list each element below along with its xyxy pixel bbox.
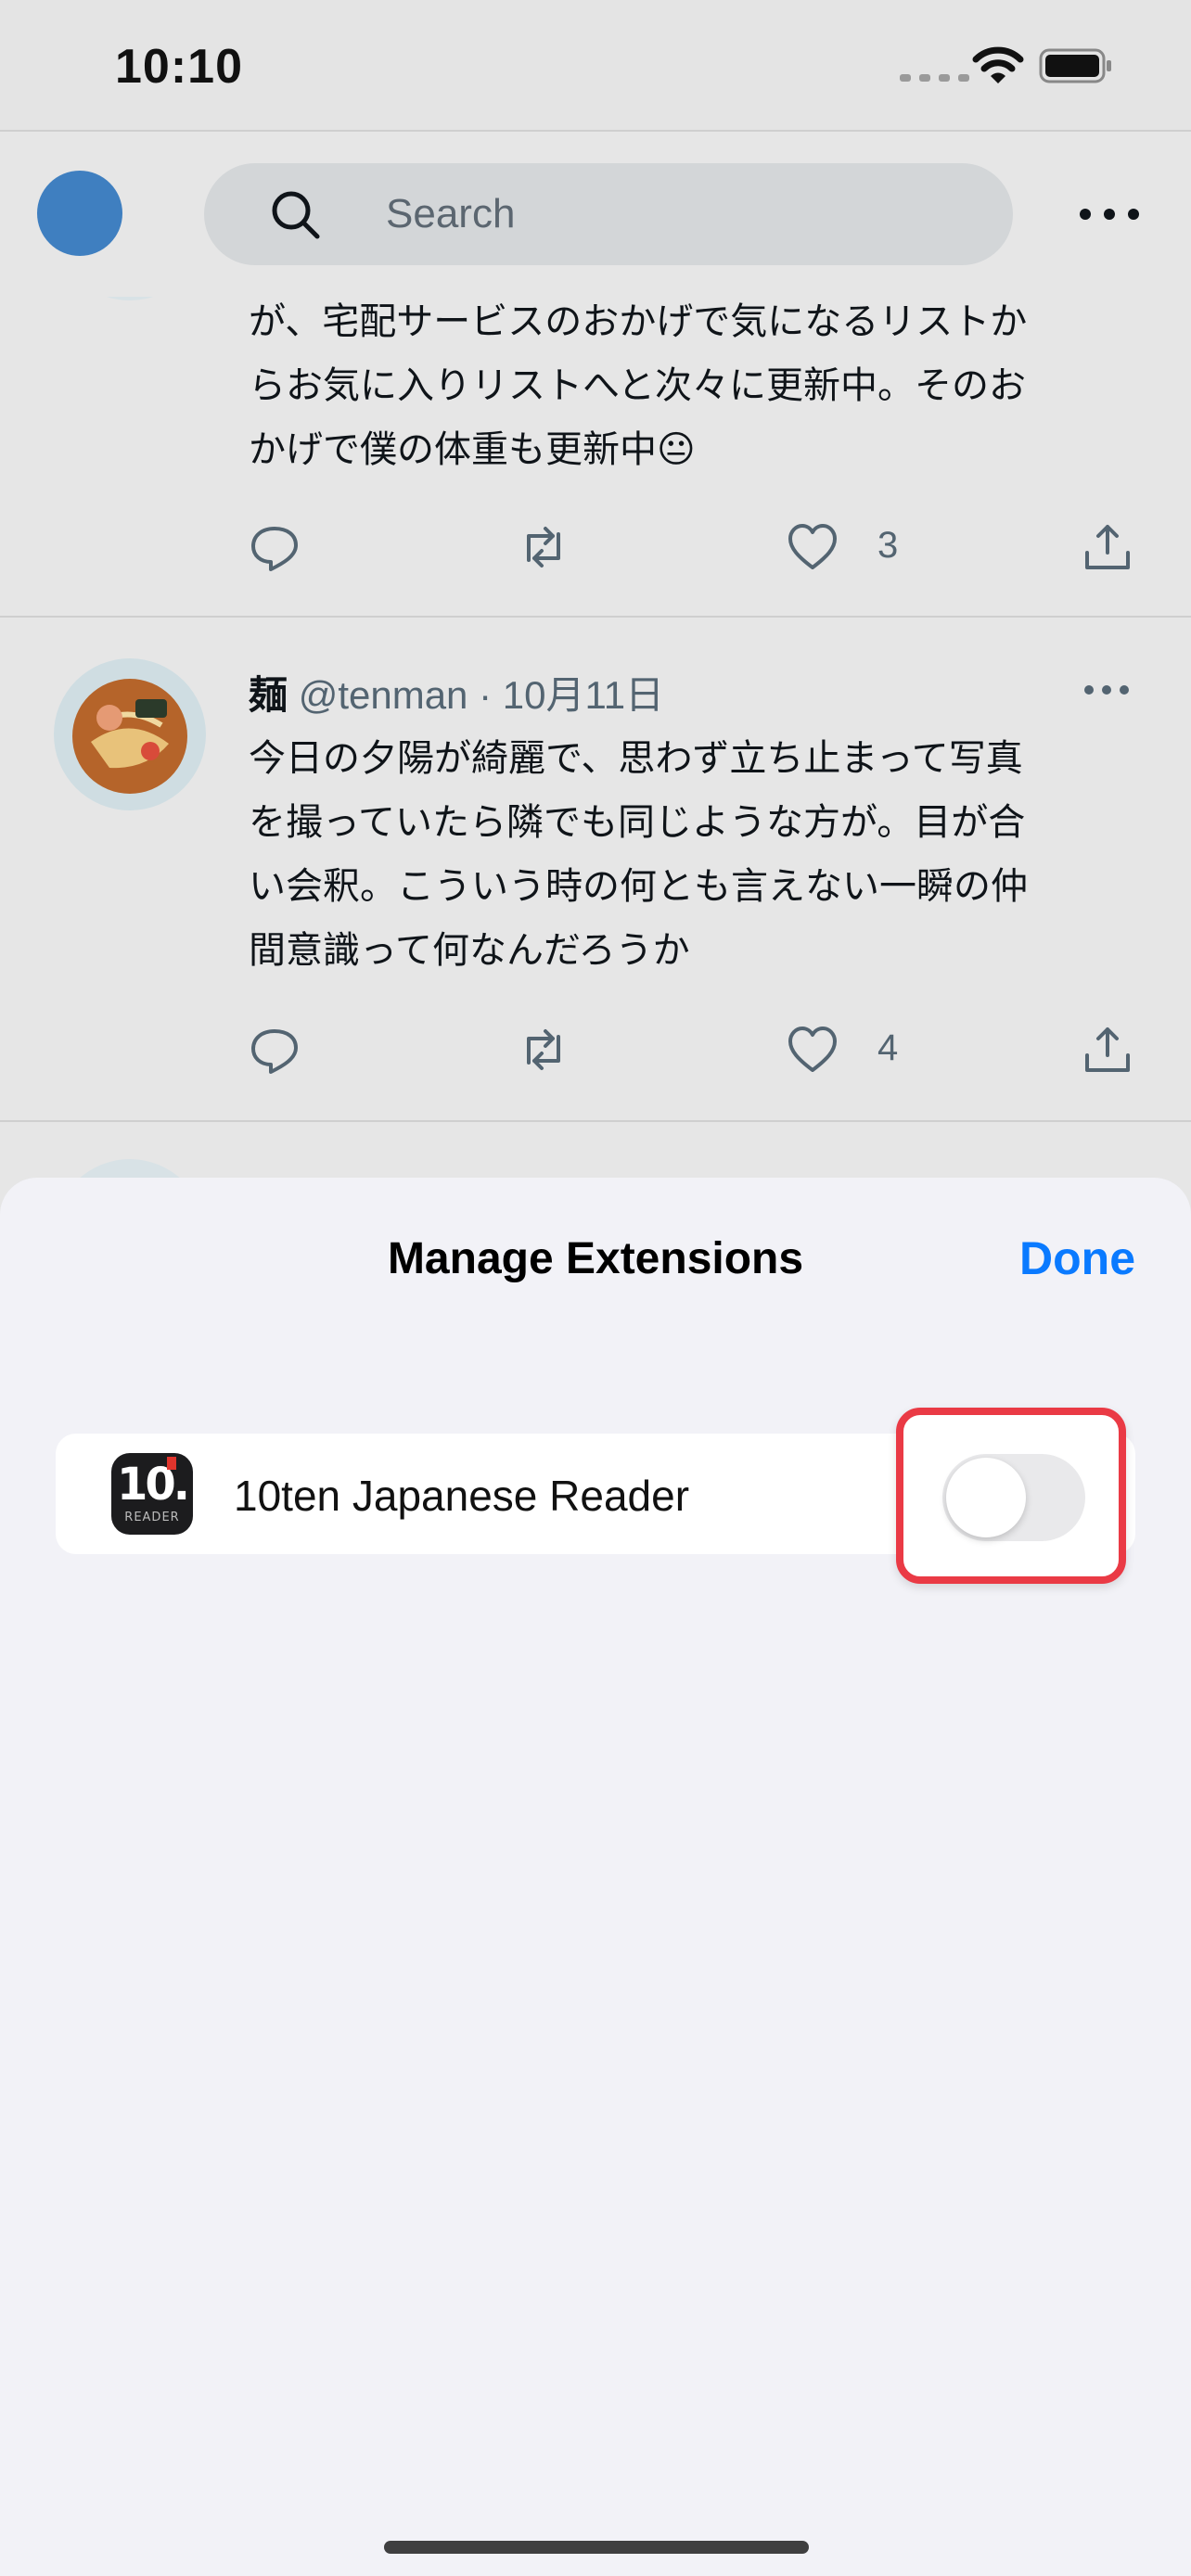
more-options-icon[interactable] — [1074, 200, 1145, 228]
app-header: Search — [0, 132, 1191, 297]
done-button[interactable]: Done — [1019, 1231, 1135, 1285]
search-placeholder: Search — [386, 191, 516, 236]
ramen-image — [54, 658, 206, 810]
tweet-text-line: が、宅配サービスのおかげで気になるリストか — [249, 301, 1028, 342]
tweet-text: が、宅配サービスのおかげで気になるリストか らお気に入りリストへと次々に更新中。… — [249, 297, 1139, 482]
search-icon — [272, 191, 320, 239]
author-name[interactable]: 麺 — [249, 673, 288, 717]
reply-icon[interactable] — [249, 1024, 301, 1076]
share-icon[interactable] — [1082, 1024, 1133, 1076]
extension-toggle[interactable] — [942, 1454, 1085, 1541]
retweet-icon[interactable] — [518, 521, 570, 573]
tweet-actions: 4 — [249, 1024, 1139, 1079]
tweet-divider — [0, 616, 1191, 618]
tweet-author: 麺 @tenman · 10月11日 — [249, 664, 664, 721]
tweet-actions: 3 — [249, 521, 1139, 577]
like-count: 3 — [877, 525, 899, 566]
sheet-title: Manage Extensions — [387, 1234, 804, 1283]
home-indicator[interactable] — [384, 2541, 809, 2554]
toggle-knob — [946, 1458, 1026, 1537]
profile-avatar[interactable] — [37, 171, 122, 256]
tweet-text-line: を撮っていたら隣でも同じような方が。目が合 — [249, 802, 1026, 843]
extension-name: 10ten Japanese Reader — [234, 1472, 690, 1520]
tweet-avatar[interactable] — [54, 1159, 206, 1178]
share-icon[interactable] — [1082, 521, 1133, 573]
bookmark-ribbon-icon — [167, 1457, 176, 1470]
search-input[interactable]: Search — [204, 163, 1013, 265]
tweet-text-line: かげで僕の体重も更新中😐 — [249, 429, 696, 470]
extension-app-icon: 10. READER — [111, 1453, 193, 1535]
reply-icon[interactable] — [249, 521, 301, 573]
like-icon[interactable] — [787, 1024, 839, 1076]
timeline: が、宅配サービスのおかげで気になるリストか らお気に入りリストへと次々に更新中。… — [0, 297, 1191, 1178]
tweet-divider — [0, 1120, 1191, 1122]
tweet-text-line: 今日の夕陽が綺麗で、思わず立ち止まって写真 — [249, 738, 1023, 779]
like-count: 4 — [877, 1027, 899, 1068]
tweet-text-line: らお気に入りリストへと次々に更新中。そのお — [249, 365, 1026, 406]
tweet-more-icon[interactable] — [1082, 681, 1132, 699]
author-handle-date: @tenman · 10月11日 — [298, 673, 665, 717]
manage-extensions-sheet: Manage Extensions Done 10. READER 10ten … — [0, 1178, 1191, 2576]
tweet-avatar[interactable] — [54, 297, 206, 300]
status-bar: 10:10 — [0, 0, 1191, 130]
toggle-highlight-box — [896, 1408, 1126, 1584]
extension-icon-number: 10. — [116, 1459, 190, 1511]
cellular-signal-icon — [900, 74, 969, 82]
battery-icon — [1039, 48, 1111, 83]
tweet-text-line: 間意識って何なんだろうか — [249, 930, 690, 971]
tweet-text: 今日の夕陽が綺麗で、思わず立ち止まって写真 を撮っていたら隣でも同じような方が。… — [249, 727, 1139, 983]
wifi-icon — [972, 46, 1024, 83]
status-time: 10:10 — [115, 40, 243, 94]
retweet-icon[interactable] — [518, 1024, 570, 1076]
tweet-text-line: い会釈。こういう時の何とも言えない一瞬の仲 — [249, 866, 1028, 907]
extension-icon-caption: READER — [124, 1511, 180, 1524]
tweet-avatar[interactable] — [54, 658, 206, 810]
like-icon[interactable] — [787, 521, 839, 573]
